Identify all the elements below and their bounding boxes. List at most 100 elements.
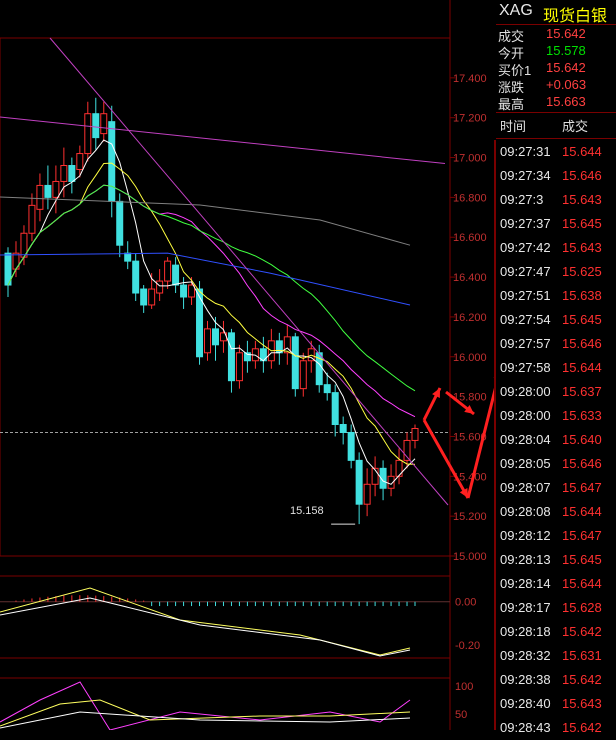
tick-row: 09:28:32 15.631 <box>496 644 616 668</box>
tick-row: 09:27:57 15.646 <box>496 332 616 356</box>
ma-line-long <box>0 196 411 246</box>
candle-body <box>204 328 212 354</box>
quote-row: 成交 15.642 <box>496 25 616 44</box>
tick-time: 09:28:14 <box>500 576 551 591</box>
tick-time: 09:28:18 <box>500 624 551 639</box>
ma-line <box>7 162 416 465</box>
tick-row: 09:28:08 15.644 <box>496 500 616 524</box>
rsi-tick-label: 50 <box>455 709 467 721</box>
kline-chart[interactable]: 17.400 17.200 17.000 16.800 16.600 16.400 16.2… <box>0 0 496 730</box>
candle-body <box>235 352 243 382</box>
tick-time: 09:28:40 <box>500 696 551 711</box>
candle-body <box>211 328 219 346</box>
quote-label: 最高 <box>498 97 525 112</box>
quote-value: 15.663 <box>546 94 586 109</box>
tick-time: 09:27:57 <box>500 336 551 351</box>
rsi-line <box>0 699 411 727</box>
tick-row: 09:28:07 15.647 <box>496 476 616 500</box>
tick-time: 09:28:05 <box>500 456 551 471</box>
y-tick-label: 16.000 <box>453 352 487 364</box>
y-tick-label: 17.400 <box>453 73 487 85</box>
candle-body <box>164 260 172 282</box>
tick-price: 15.644 <box>562 360 602 375</box>
tick-price: 15.637 <box>562 384 602 399</box>
y-tick-label: 16.200 <box>453 312 487 324</box>
low-label: 15.158 <box>290 505 324 517</box>
y-tick-label: 16.800 <box>453 192 487 204</box>
tick-price: 15.642 <box>562 624 602 639</box>
candle-body <box>28 204 36 234</box>
candle-body <box>411 427 419 441</box>
quote-row: 买价1 15.642 <box>496 59 616 78</box>
quote-value: 15.642 <box>546 60 586 75</box>
tick-price: 15.642 <box>562 720 602 735</box>
candle-body <box>355 459 363 505</box>
tick-row: 09:28:00 15.633 <box>496 404 616 428</box>
candle-body <box>196 288 204 358</box>
tick-time: 09:28:38 <box>500 672 551 687</box>
y-tick-label: 15.000 <box>453 551 487 563</box>
ma-line <box>7 184 416 392</box>
tick-row: 09:28:13 15.645 <box>496 548 616 572</box>
candle-body <box>76 153 84 170</box>
tick-row: 09:28:14 15.644 <box>496 572 616 596</box>
tick-price: 15.644 <box>562 504 602 519</box>
tick-price: 15.647 <box>562 528 602 543</box>
macd-tick-label: -0.20 <box>455 640 480 652</box>
tick-time: 09:28:04 <box>500 432 551 447</box>
tick-time: 09:28:32 <box>500 648 551 663</box>
tick-time: 09:27:47 <box>500 264 551 279</box>
trend-line <box>0 116 446 165</box>
tick-price: 15.643 <box>562 240 602 255</box>
tick-time: 09:28:07 <box>500 480 551 495</box>
tick-time: 09:27:51 <box>500 288 551 303</box>
candle-body <box>124 252 132 262</box>
ticks-header-time: 时间 <box>500 119 527 134</box>
symbol-name: 现货白银 <box>543 8 608 25</box>
tick-time: 09:28:17 <box>500 600 551 615</box>
tick-time: 09:28:12 <box>500 528 551 543</box>
candle-body <box>60 165 68 182</box>
tick-row: 09:28:18 15.642 <box>496 620 616 644</box>
tick-row: 09:28:43 15.642 <box>496 716 616 740</box>
tick-price: 15.644 <box>562 576 602 591</box>
tick-price: 15.647 <box>562 480 602 495</box>
tick-price: 15.638 <box>562 288 602 303</box>
tick-time: 09:27:31 <box>500 144 551 159</box>
ma-line-long <box>0 252 411 306</box>
candle-body <box>227 332 235 382</box>
tick-time: 09:28:00 <box>500 384 551 399</box>
candle-body <box>347 431 355 461</box>
rsi-tick-label: 100 <box>455 681 473 693</box>
macd-signal <box>0 597 411 657</box>
candle-body <box>116 200 124 246</box>
tick-row: 09:27:31 15.644 <box>496 140 616 164</box>
tick-row: 09:28:40 15.643 <box>496 692 616 716</box>
tick-row: 09:27:51 15.638 <box>496 284 616 308</box>
candle-body <box>100 113 108 135</box>
tick-price: 15.645 <box>562 216 602 231</box>
tick-time: 09:27:34 <box>500 168 551 183</box>
candle-body <box>92 113 100 139</box>
candle-body <box>132 260 140 294</box>
macd-tick-label: 0.00 <box>455 597 476 609</box>
candle-body <box>68 165 76 182</box>
tick-row: 09:28:04 15.640 <box>496 428 616 452</box>
candle-body <box>363 483 371 505</box>
tick-time: 09:27:37 <box>500 216 551 231</box>
tick-time: 09:27:3 <box>500 192 544 207</box>
quote-row: 最高 15.663 <box>496 93 616 112</box>
symbol-header: XAG 现货白银 <box>496 0 616 25</box>
quote-value: 15.642 <box>546 26 586 41</box>
tick-time: 09:27:54 <box>500 312 551 327</box>
tick-row: 09:27:47 15.625 <box>496 260 616 284</box>
tick-row: 09:28:00 15.637 <box>496 380 616 404</box>
tick-time: 09:28:43 <box>500 720 551 735</box>
tick-price: 15.646 <box>562 168 602 183</box>
tick-time: 09:27:58 <box>500 360 551 375</box>
tick-price: 15.645 <box>562 312 602 327</box>
tick-time: 09:28:00 <box>500 408 551 423</box>
tick-row: 09:28:38 15.642 <box>496 668 616 692</box>
tick-price: 15.633 <box>562 408 602 423</box>
candle-body <box>44 184 52 198</box>
